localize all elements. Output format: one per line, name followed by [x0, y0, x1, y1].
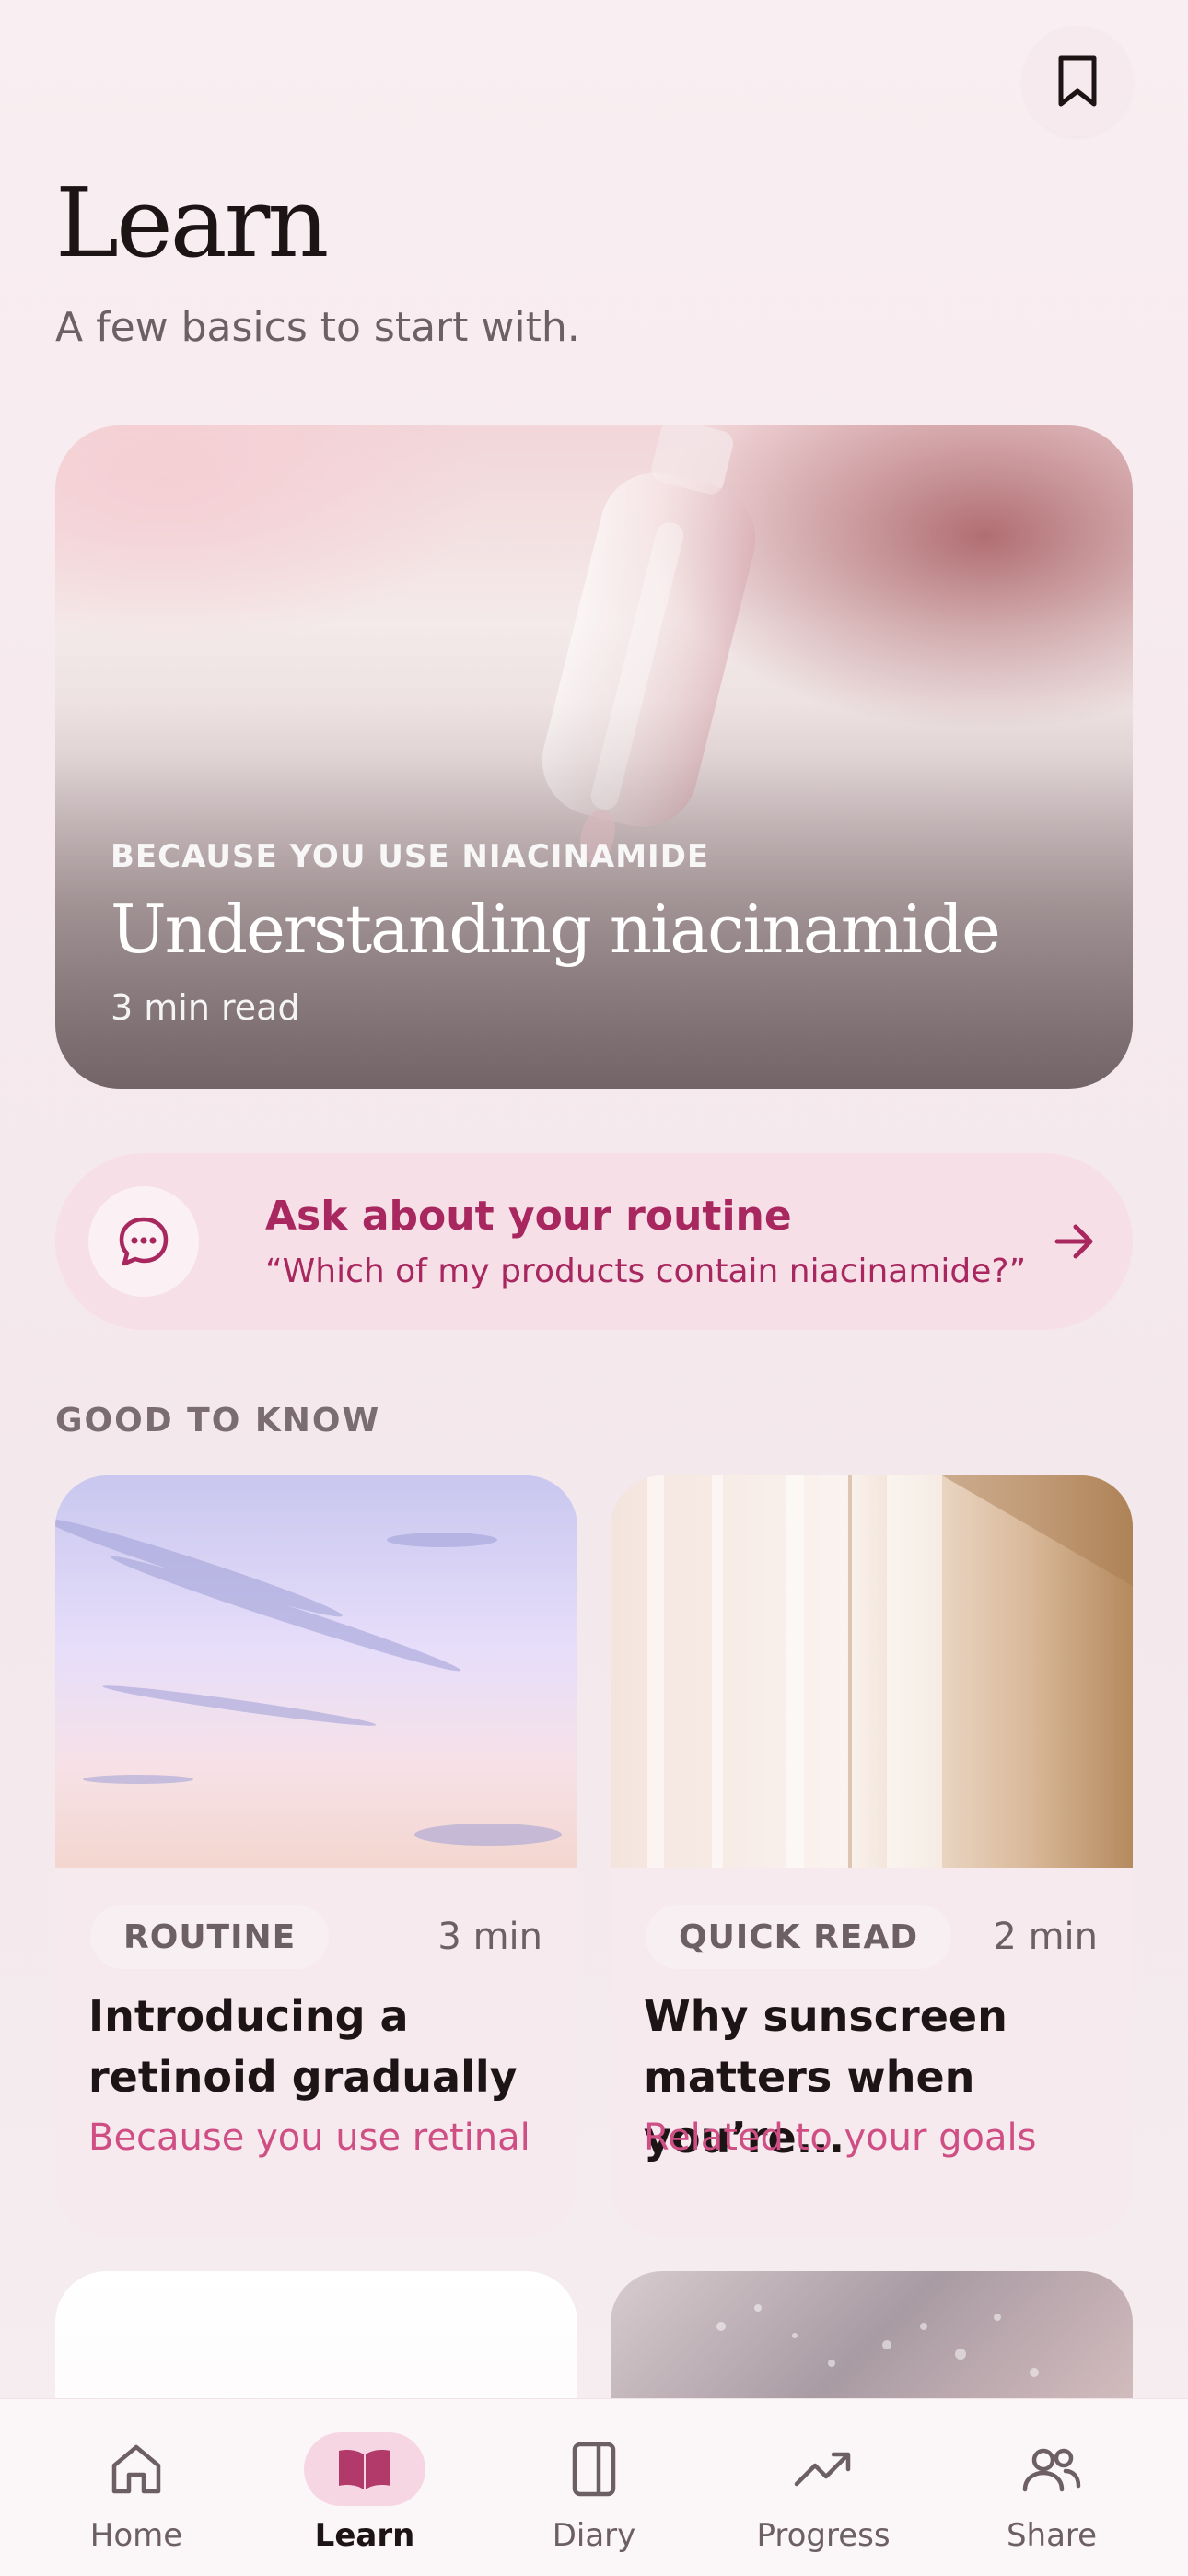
section-heading: GOOD TO KNOW [55, 1402, 381, 1440]
tab-label: Learn [314, 2517, 415, 2554]
card-reason: Because you use retinal [88, 2116, 530, 2159]
featured-article-card[interactable]: BECAUSE YOU USE NIACINAMIDE Understandin… [55, 425, 1133, 1089]
chat-icon [88, 1186, 199, 1297]
page-title: Learn [55, 167, 329, 279]
ask-title: Ask about your routine [265, 1193, 792, 1240]
bookmark-icon [1058, 55, 1097, 107]
hero-eyebrow: BECAUSE YOU USE NIACINAMIDE [111, 838, 710, 875]
tab-diary[interactable]: Diary [502, 2399, 686, 2576]
arrow-right-icon [1054, 1224, 1093, 1259]
tab-progress[interactable]: Progress [731, 2399, 915, 2576]
ask-routine-button[interactable]: Ask about your routine “Which of my prod… [55, 1153, 1133, 1330]
hero-title: Understanding niacinamide [111, 891, 1001, 968]
tab-share[interactable]: Share [960, 2399, 1144, 2576]
article-card-retinoid[interactable]: ROUTINE 3 min Introducing a retinoid gra… [55, 1475, 577, 2236]
ask-prompt: “Which of my products contain niacinamid… [265, 1253, 1027, 1290]
tab-label: Home [89, 2517, 183, 2554]
tab-label: Diary [552, 2517, 636, 2554]
card-title: Introducing a retinoid gradually [88, 1991, 518, 2102]
sky-image [55, 1475, 577, 1868]
tab-home[interactable]: Home [44, 2399, 228, 2576]
bookmark-button[interactable] [1022, 26, 1133, 136]
diary-icon [533, 2432, 655, 2506]
tab-learn[interactable]: Learn [273, 2399, 457, 2576]
book-icon [304, 2432, 425, 2506]
read-duration: 3 min [437, 1916, 542, 1958]
people-icon [991, 2432, 1112, 2506]
hero-read-time: 3 min read [111, 987, 300, 1028]
read-duration: 2 min [993, 1916, 1098, 1958]
page-subtitle: A few basics to start with. [55, 304, 580, 351]
article-card-sunscreen[interactable]: QUICK READ 2 min Why sunscreen matters w… [611, 1475, 1133, 2236]
curtain-sunlight-image [611, 1475, 1133, 1868]
tag-chip: ROUTINE [90, 1905, 330, 1969]
home-icon [76, 2432, 197, 2506]
bottom-tab-bar: Home Learn Diary Progress Share [0, 2398, 1188, 2576]
tab-label: Share [1006, 2517, 1098, 2554]
tab-label: Progress [756, 2517, 891, 2554]
tag-chip: QUICK READ [646, 1905, 952, 1969]
trend-icon [763, 2432, 884, 2506]
card-reason: Related to your goals [644, 2116, 1037, 2159]
